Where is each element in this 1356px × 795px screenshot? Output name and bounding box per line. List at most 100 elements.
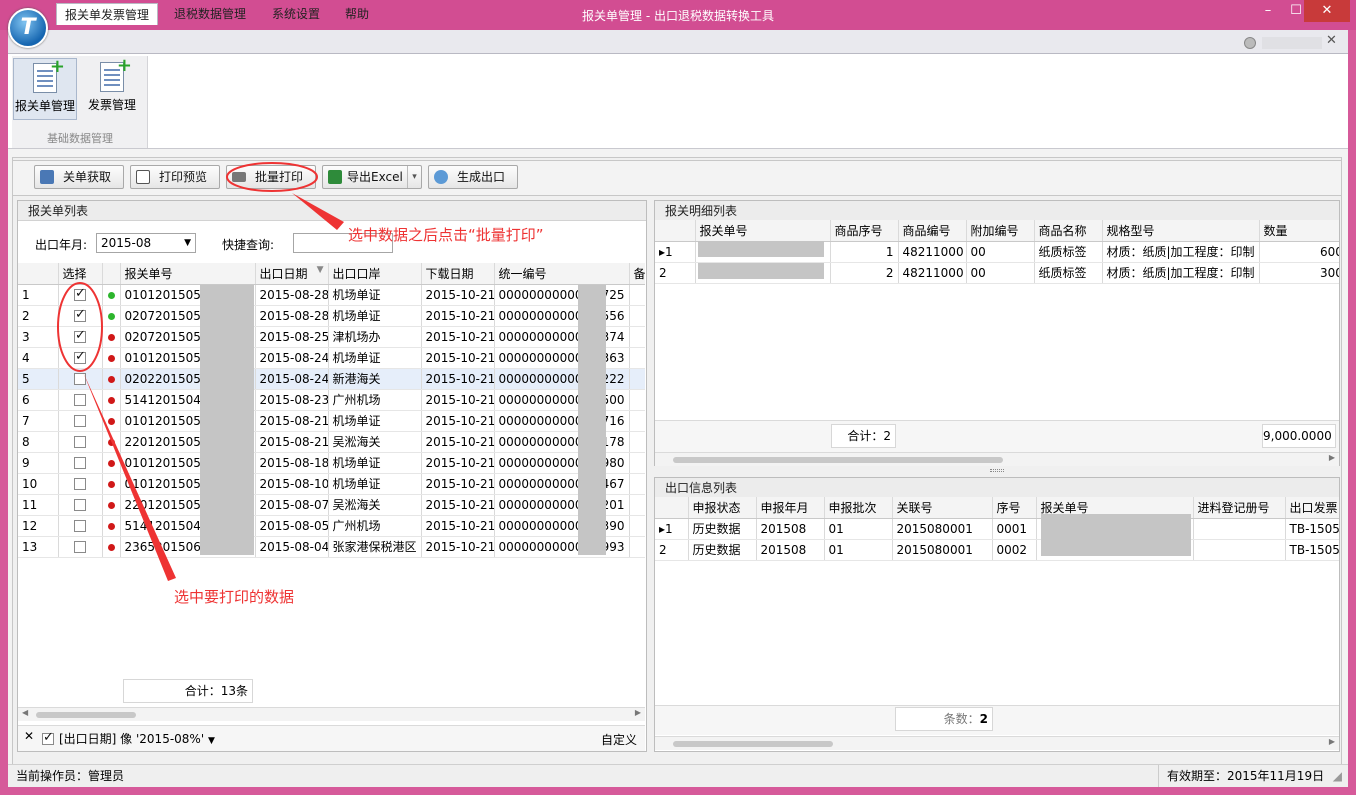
scroll-thumb[interactable] xyxy=(673,457,1003,463)
resize-grip-icon[interactable]: ◢ xyxy=(1333,765,1342,787)
table-row[interactable]: 3020720150572015-08-25津机场办2015-10-210000… xyxy=(18,326,645,348)
scroll-left-icon[interactable]: ◀ xyxy=(22,708,28,717)
select-cell[interactable] xyxy=(58,515,103,537)
select-cell[interactable] xyxy=(58,473,103,495)
print-preview-button[interactable]: 打印预览 xyxy=(130,165,220,189)
col-header-remark[interactable]: 备 xyxy=(629,263,645,285)
minimize-button[interactable]: – xyxy=(1254,0,1282,22)
filter-icon[interactable]: ▼ xyxy=(317,265,324,275)
col-header-spec[interactable]: 规格型号 xyxy=(1102,220,1260,242)
scroll-right-icon[interactable]: ▶ xyxy=(1329,453,1335,462)
clear-filter-icon[interactable]: ✕ xyxy=(24,729,34,743)
row-select-checkbox[interactable] xyxy=(74,478,86,490)
row-select-checkbox[interactable] xyxy=(74,520,86,532)
table-row[interactable]: 6 51412015041 2015-08-23 广州机场 2015-10-21 0000… xyxy=(18,389,645,411)
select-cell[interactable] xyxy=(58,494,103,516)
tab-declaration-invoice[interactable]: 报关单发票管理 xyxy=(56,3,159,25)
row-select-checkbox[interactable] xyxy=(74,436,86,448)
table-row[interactable]: 7 01012015051 2015-08-21 机场单证 2015-10-21 0000… xyxy=(18,410,645,432)
row-select-checkbox[interactable] xyxy=(74,541,86,553)
col-header-item-code[interactable]: 商品编号 xyxy=(898,220,967,242)
close-button[interactable]: ✕ xyxy=(1304,0,1350,22)
col-header-item-seq[interactable]: 商品序号 xyxy=(830,220,899,242)
detail-hscrollbar[interactable]: ▶ xyxy=(655,452,1339,466)
col-header-batch[interactable]: 申报批次 xyxy=(824,497,893,519)
row-select-checkbox[interactable] xyxy=(74,373,86,385)
row-select-checkbox[interactable] xyxy=(74,499,86,511)
scroll-thumb[interactable] xyxy=(36,712,136,718)
export-hscrollbar[interactable]: ▶ xyxy=(655,736,1339,750)
filter-expression[interactable]: [出口日期] 像 '2015-08%' ▼ xyxy=(59,730,215,747)
col-header-download-date[interactable]: 下载日期 xyxy=(421,263,495,285)
col-header-port[interactable]: 出口口岸 xyxy=(328,263,422,285)
col-header-extra-code[interactable]: 附加编号 xyxy=(966,220,1035,242)
table-row[interactable]: 5 02022015052 2015-08-24 新港海关 2015-10-21 0000… xyxy=(18,368,645,390)
table-row[interactable]: 10 01012015051 2015-08-10 机场单证 2015-10-21 000… xyxy=(18,473,645,495)
select-cell[interactable] xyxy=(58,410,103,432)
select-cell[interactable] xyxy=(58,305,103,327)
tab-tax-refund[interactable]: 退税数据管理 xyxy=(166,3,254,25)
col-header-decl-no[interactable]: 报关单号 xyxy=(695,220,831,242)
row-select-checkbox[interactable] xyxy=(74,307,86,322)
splitter-grip-icon[interactable] xyxy=(990,469,1004,472)
col-header-uid[interactable]: 统一编号 xyxy=(494,263,630,285)
row-select-checkbox[interactable] xyxy=(74,328,86,343)
export-dropdown-icon[interactable]: ▾ xyxy=(407,166,421,188)
generate-export-button[interactable]: 生成出口 xyxy=(428,165,518,189)
col-header-status[interactable]: 申报状态 xyxy=(688,497,757,519)
col-header-qty[interactable]: 数量 xyxy=(1259,220,1339,242)
table-row[interactable]: 13 23652015065 2015-08-04 张家港保税港区 2015-10-21… xyxy=(18,536,645,558)
row-select-checkbox[interactable] xyxy=(74,349,86,364)
row-select-checkbox[interactable] xyxy=(74,286,86,301)
table-row[interactable]: 1010120150512015-08-28机场单证2015-10-210000… xyxy=(18,284,645,306)
select-cell[interactable] xyxy=(58,431,103,453)
app-logo-icon[interactable]: T xyxy=(8,8,48,48)
table-row[interactable]: 12 51412015041 2015-08-05 广州机场 2015-10-21 000… xyxy=(18,515,645,537)
col-header-decl-no[interactable]: 报关单号 xyxy=(120,263,256,285)
table-row[interactable]: 11 22012015051 2015-08-07 吴淞海关 2015-10-21 000… xyxy=(18,494,645,516)
row-select-checkbox[interactable] xyxy=(74,394,86,406)
table-row[interactable]: 8 22012015051 2015-08-21 吴淞海关 2015-10-21 0000… xyxy=(18,431,645,453)
col-header-select[interactable]: 选择 xyxy=(58,263,103,285)
row-select-checkbox[interactable] xyxy=(74,457,86,469)
col-header-relation-no[interactable]: 关联号 xyxy=(892,497,993,519)
select-cell[interactable] xyxy=(58,326,103,348)
col-header-invoice[interactable]: 出口发票 xyxy=(1285,497,1339,519)
select-cell[interactable] xyxy=(58,536,103,558)
row-index: 9 xyxy=(18,452,59,474)
scroll-right-icon[interactable]: ▶ xyxy=(1329,737,1335,746)
declare-year-month: 201508 xyxy=(756,518,825,540)
col-header-item-name[interactable]: 商品名称 xyxy=(1034,220,1103,242)
select-cell[interactable] xyxy=(58,368,103,390)
table-row[interactable]: 2020720150572015-08-28机场单证2015-10-210000… xyxy=(18,305,645,327)
select-cell[interactable] xyxy=(58,452,103,474)
scroll-right-icon[interactable]: ▶ xyxy=(635,708,641,717)
filter-enabled-checkbox[interactable] xyxy=(42,730,54,745)
select-cell[interactable] xyxy=(58,347,103,369)
remark xyxy=(629,326,645,348)
col-header-year-month[interactable]: 申报年月 xyxy=(756,497,825,519)
table-row[interactable]: 9 01012015051 2015-08-18 机场单证 2015-10-21 0000… xyxy=(18,452,645,474)
batch-print-button[interactable]: 批量打印 xyxy=(226,165,316,189)
table-row[interactable]: 4010120150512015-08-24机场单证2015-10-210000… xyxy=(18,347,645,369)
select-cell[interactable] xyxy=(58,389,103,411)
table-row[interactable]: ▸1 历史数据 201508 01 2015080001 0001 TB-1505 xyxy=(655,518,1339,540)
tab-help[interactable]: 帮助 xyxy=(337,3,377,25)
col-header-seq[interactable]: 序号 xyxy=(992,497,1037,519)
invoice-manage-button[interactable]: 发票管理 xyxy=(80,55,144,120)
row-select-checkbox[interactable] xyxy=(74,415,86,427)
declare-batch: 01 xyxy=(824,539,893,561)
ribbon-close-icon[interactable]: ✕ xyxy=(1326,33,1337,48)
fetch-declaration-button[interactable]: 关单获取 xyxy=(34,165,124,189)
select-cell[interactable] xyxy=(58,284,103,306)
tab-settings[interactable]: 系统设置 xyxy=(264,3,328,25)
export-excel-button[interactable]: 导出Excel ▾ xyxy=(322,165,422,189)
customize-filter-link[interactable]: 自定义 xyxy=(601,731,637,748)
export-month-select[interactable]: 2015-08 ▼ xyxy=(96,233,196,253)
scroll-thumb[interactable] xyxy=(673,741,833,747)
col-header-register-no[interactable]: 进料登记册号 xyxy=(1193,497,1286,519)
table-row[interactable]: 2 历史数据 201508 01 2015080001 0002 TB-1505 xyxy=(655,539,1339,561)
declaration-manage-button[interactable]: 报关单管理 xyxy=(13,56,77,120)
col-header-export-date[interactable]: 出口日期 ▼ xyxy=(255,263,329,285)
left-hscrollbar[interactable]: ◀ ▶ xyxy=(18,707,645,721)
